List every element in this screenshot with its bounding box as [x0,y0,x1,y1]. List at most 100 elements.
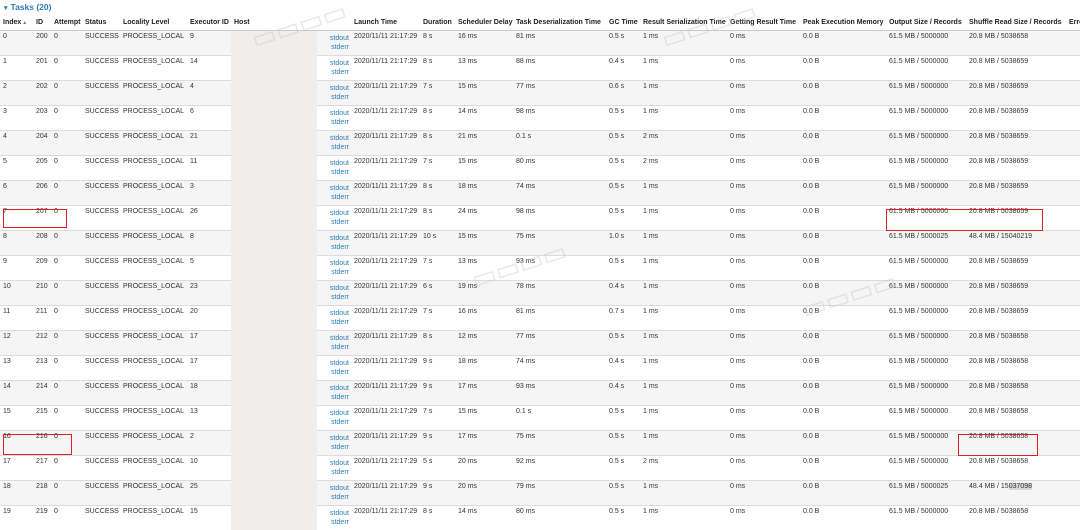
stdout-link[interactable]: stdout [320,359,349,368]
cell-sched: 15 ms [455,406,513,431]
cell-errors [1066,306,1080,331]
cell-duration: 9 s [420,481,455,506]
stderr-link[interactable]: stderr [320,268,349,277]
cell-executor: 23 [187,281,231,306]
cell-resser: 1 ms [640,306,727,331]
column-header-12[interactable]: GC Time [606,14,640,31]
stderr-link[interactable]: stderr [320,218,349,227]
column-header-4[interactable]: Locality Level [120,14,187,31]
stdout-link[interactable]: stdout [320,384,349,393]
stderr-link[interactable]: stderr [320,393,349,402]
column-header-3[interactable]: Status [82,14,120,31]
stderr-link[interactable]: stderr [320,43,349,52]
cell-status: SUCCESS [82,256,120,281]
stdout-link[interactable]: stdout [320,109,349,118]
stdout-link[interactable]: stdout [320,434,349,443]
cell-logs: stdoutstderr [317,181,351,206]
column-header-17[interactable]: Shuffle Read Size / Records [966,14,1066,31]
cell-getres: 0 ms [727,56,800,81]
column-header-10[interactable]: Scheduler Delay [455,14,513,31]
tasks-section-toggle[interactable]: ▾Tasks (20) [0,0,1080,14]
column-header-6[interactable]: Host [231,14,317,31]
stderr-link[interactable]: stderr [320,243,349,252]
stderr-link[interactable]: stderr [320,468,349,477]
stderr-link[interactable]: stderr [320,93,349,102]
column-header-7[interactable] [317,14,351,31]
cell-attempt: 0 [51,306,82,331]
cell-peak: 0.0 B [800,431,886,456]
table-row: 182180SUCCESSPROCESS_LOCAL25stdoutstderr… [0,481,1080,506]
stderr-link[interactable]: stderr [320,343,349,352]
cell-id: 212 [33,331,51,356]
column-header-2[interactable]: Attempt [51,14,82,31]
stdout-link[interactable]: stdout [320,209,349,218]
column-header-15[interactable]: Peak Execution Memory [800,14,886,31]
cell-locality: PROCESS_LOCAL [120,406,187,431]
stdout-link[interactable]: stdout [320,309,349,318]
stderr-link[interactable]: stderr [320,118,349,127]
cell-peak: 0.0 B [800,481,886,506]
cell-sched: 20 ms [455,481,513,506]
cell-attempt: 0 [51,131,82,156]
stdout-link[interactable]: stdout [320,409,349,418]
cell-peak: 0.0 B [800,231,886,256]
stdout-link[interactable]: stdout [320,84,349,93]
stderr-link[interactable]: stderr [320,493,349,502]
cell-peak: 0.0 B [800,256,886,281]
cell-host-redacted [231,181,317,206]
cell-deser: 77 ms [513,331,606,356]
column-header-14[interactable]: Getting Result Time [727,14,800,31]
stdout-link[interactable]: stdout [320,184,349,193]
column-header-5[interactable]: Executor ID [187,14,231,31]
cell-output: 61.5 MB / 5000000 [886,206,966,231]
cell-gc: 0.4 s [606,381,640,406]
cell-index: 0 [0,31,33,56]
stderr-link[interactable]: stderr [320,518,349,527]
table-row: 122120SUCCESSPROCESS_LOCAL17stdoutstderr… [0,331,1080,356]
cell-logs: stdoutstderr [317,431,351,456]
table-row: 152150SUCCESSPROCESS_LOCAL13stdoutstderr… [0,406,1080,431]
stderr-link[interactable]: stderr [320,443,349,452]
stderr-link[interactable]: stderr [320,368,349,377]
column-header-13[interactable]: Result Serialization Time [640,14,727,31]
cell-id: 209 [33,256,51,281]
cell-launch: 2020/11/11 21:17:29 [351,181,420,206]
stderr-link[interactable]: stderr [320,318,349,327]
stdout-link[interactable]: stdout [320,234,349,243]
stdout-link[interactable]: stdout [320,284,349,293]
cell-gc: 1.0 s [606,231,640,256]
cell-locality: PROCESS_LOCAL [120,506,187,530]
column-header-8[interactable]: Launch Time [351,14,420,31]
column-header-9[interactable]: Duration [420,14,455,31]
stdout-link[interactable]: stdout [320,59,349,68]
stderr-link[interactable]: stderr [320,193,349,202]
stdout-link[interactable]: stdout [320,259,349,268]
stdout-link[interactable]: stdout [320,134,349,143]
column-header-0[interactable]: Index▲ [0,14,33,31]
cell-launch: 2020/11/11 21:17:29 [351,131,420,156]
stderr-link[interactable]: stderr [320,143,349,152]
cell-locality: PROCESS_LOCAL [120,481,187,506]
stderr-link[interactable]: stderr [320,68,349,77]
stdout-link[interactable]: stdout [320,459,349,468]
stdout-link[interactable]: stdout [320,334,349,343]
cell-locality: PROCESS_LOCAL [120,306,187,331]
cell-status: SUCCESS [82,356,120,381]
stdout-link[interactable]: stdout [320,34,349,43]
stderr-link[interactable]: stderr [320,418,349,427]
cell-shuffle: 20.8 MB / 5038658 [966,406,1066,431]
stdout-link[interactable]: stdout [320,509,349,518]
stderr-link[interactable]: stderr [320,293,349,302]
column-header-16[interactable]: Output Size / Records [886,14,966,31]
column-header-11[interactable]: Task Deserialization Time [513,14,606,31]
column-header-1[interactable]: ID [33,14,51,31]
column-header-18[interactable]: Erro [1066,14,1080,31]
table-row: 162160SUCCESSPROCESS_LOCAL2stdoutstderr2… [0,431,1080,456]
cell-index: 5 [0,156,33,181]
cell-resser: 1 ms [640,31,727,56]
cell-index: 9 [0,256,33,281]
cell-duration: 8 s [420,181,455,206]
stdout-link[interactable]: stdout [320,159,349,168]
cell-sched: 15 ms [455,81,513,106]
stderr-link[interactable]: stderr [320,168,349,177]
